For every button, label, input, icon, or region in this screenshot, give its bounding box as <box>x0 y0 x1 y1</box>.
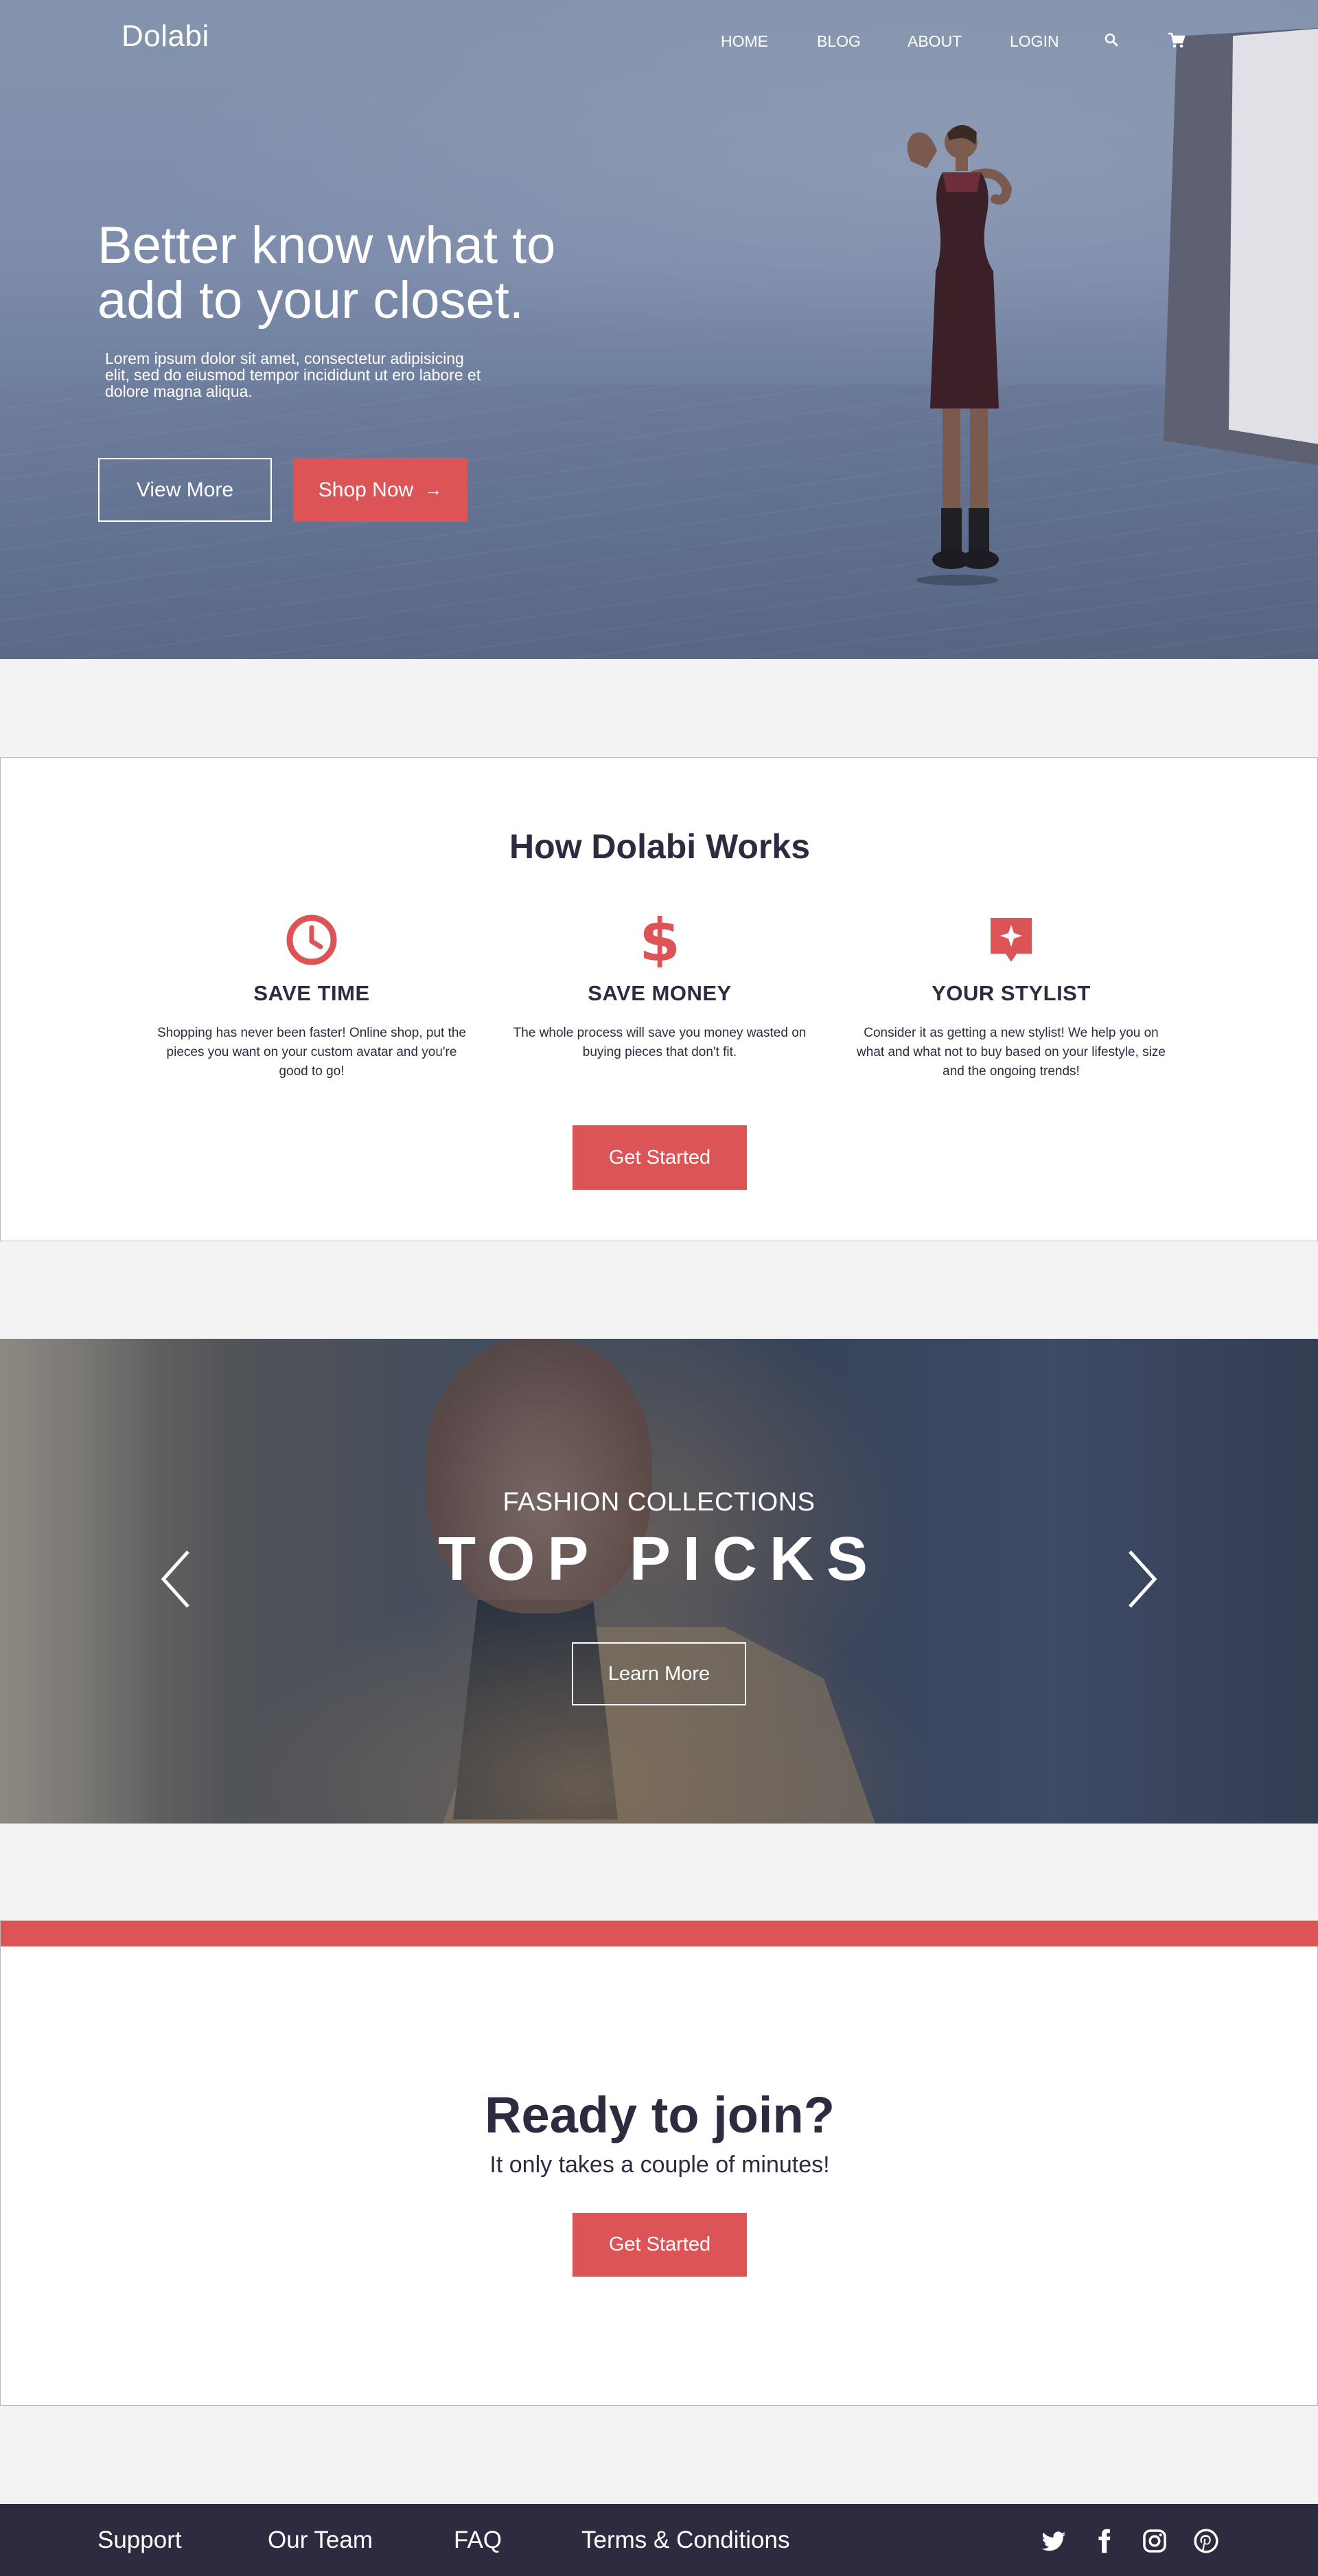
footer-link-faq[interactable]: FAQ <box>454 2527 502 2554</box>
dollar-icon: $ <box>639 912 680 967</box>
feature-title: YOUR STYLIST <box>932 981 1091 1005</box>
facebook-icon[interactable] <box>1091 2528 1118 2554</box>
hero-floor <box>0 384 1318 659</box>
join-title: Ready to join? <box>485 2086 835 2143</box>
carousel-subtitle: FASHION COLLECTIONS <box>502 1488 816 1517</box>
view-more-button[interactable]: View More <box>98 458 272 522</box>
shop-now-label: Shop Now <box>318 478 414 501</box>
feature-save-money: $ SAVE MONEY The whole process will save… <box>502 912 818 1062</box>
twitter-icon[interactable] <box>1041 2528 1067 2554</box>
brand-logo[interactable]: Dolabi <box>122 19 209 54</box>
hero-subtitle: Lorem ipsum dolor sit amet, consectetur … <box>105 349 481 400</box>
hero-title: Better know what to add to your closet. <box>97 216 556 330</box>
hero-door-panel <box>1229 27 1318 446</box>
nav-link-blog[interactable]: BLOG <box>817 32 861 51</box>
stylist-icon <box>991 918 1032 962</box>
feature-title: SAVE MONEY <box>588 981 732 1005</box>
join-get-started-button[interactable]: Get Started <box>573 2213 747 2277</box>
footer-link-our-team[interactable]: Our Team <box>268 2527 373 2554</box>
join-section: Ready to join? It only takes a couple of… <box>0 1920 1318 2406</box>
footer: Support Our Team FAQ Terms & Conditions <box>0 2504 1318 2576</box>
feature-text: Shopping has never been faster! Online s… <box>157 1026 466 1079</box>
nav-link-about[interactable]: ABOUT <box>907 32 962 51</box>
cart-icon[interactable] <box>1166 30 1187 51</box>
search-icon[interactable] <box>1102 30 1122 51</box>
learn-more-button[interactable]: Learn More <box>572 1642 746 1705</box>
feature-save-time: SAVE TIME Shopping has never been faster… <box>154 912 470 1081</box>
accent-bar <box>1 1921 1318 1946</box>
feature-text: Consider it as getting a new stylist! We… <box>857 1026 1166 1079</box>
shop-now-button[interactable]: Shop Now → <box>293 458 467 522</box>
svg-text:$: $ <box>639 912 680 967</box>
instagram-icon[interactable] <box>1142 2528 1168 2554</box>
how-section-title: How Dolabi Works <box>509 827 810 866</box>
nav-link-login[interactable]: LOGIN <box>1010 32 1059 51</box>
feature-text: The whole process will save you money wa… <box>513 1026 807 1059</box>
join-subtitle: It only takes a couple of minutes! <box>489 2152 830 2178</box>
get-started-button[interactable]: Get Started <box>573 1125 747 1190</box>
footer-link-terms[interactable]: Terms & Conditions <box>581 2527 789 2554</box>
chevron-right-icon[interactable] <box>1120 1548 1161 1610</box>
top-picks-carousel: FASHION COLLECTIONS TOP PICKS Learn More <box>0 1339 1318 1824</box>
chevron-left-icon[interactable] <box>157 1548 198 1610</box>
avatar-figure <box>907 124 1013 586</box>
nav-link-home[interactable]: HOME <box>721 32 768 51</box>
how-it-works-section: How Dolabi Works SAVE TIME Shopping has … <box>0 757 1318 1241</box>
pinterest-icon[interactable] <box>1193 2528 1219 2554</box>
hero-section: Dolabi HOME BLOG ABOUT LOGIN Better know… <box>0 0 1318 659</box>
footer-link-support[interactable]: Support <box>97 2527 182 2554</box>
feature-title: SAVE TIME <box>253 981 370 1005</box>
arrow-right-icon: → <box>424 479 443 500</box>
clock-icon <box>286 915 337 965</box>
top-nav: Dolabi HOME BLOG ABOUT LOGIN <box>0 0 1318 82</box>
feature-your-stylist: YOUR STYLIST Consider it as getting a ne… <box>853 912 1169 1081</box>
